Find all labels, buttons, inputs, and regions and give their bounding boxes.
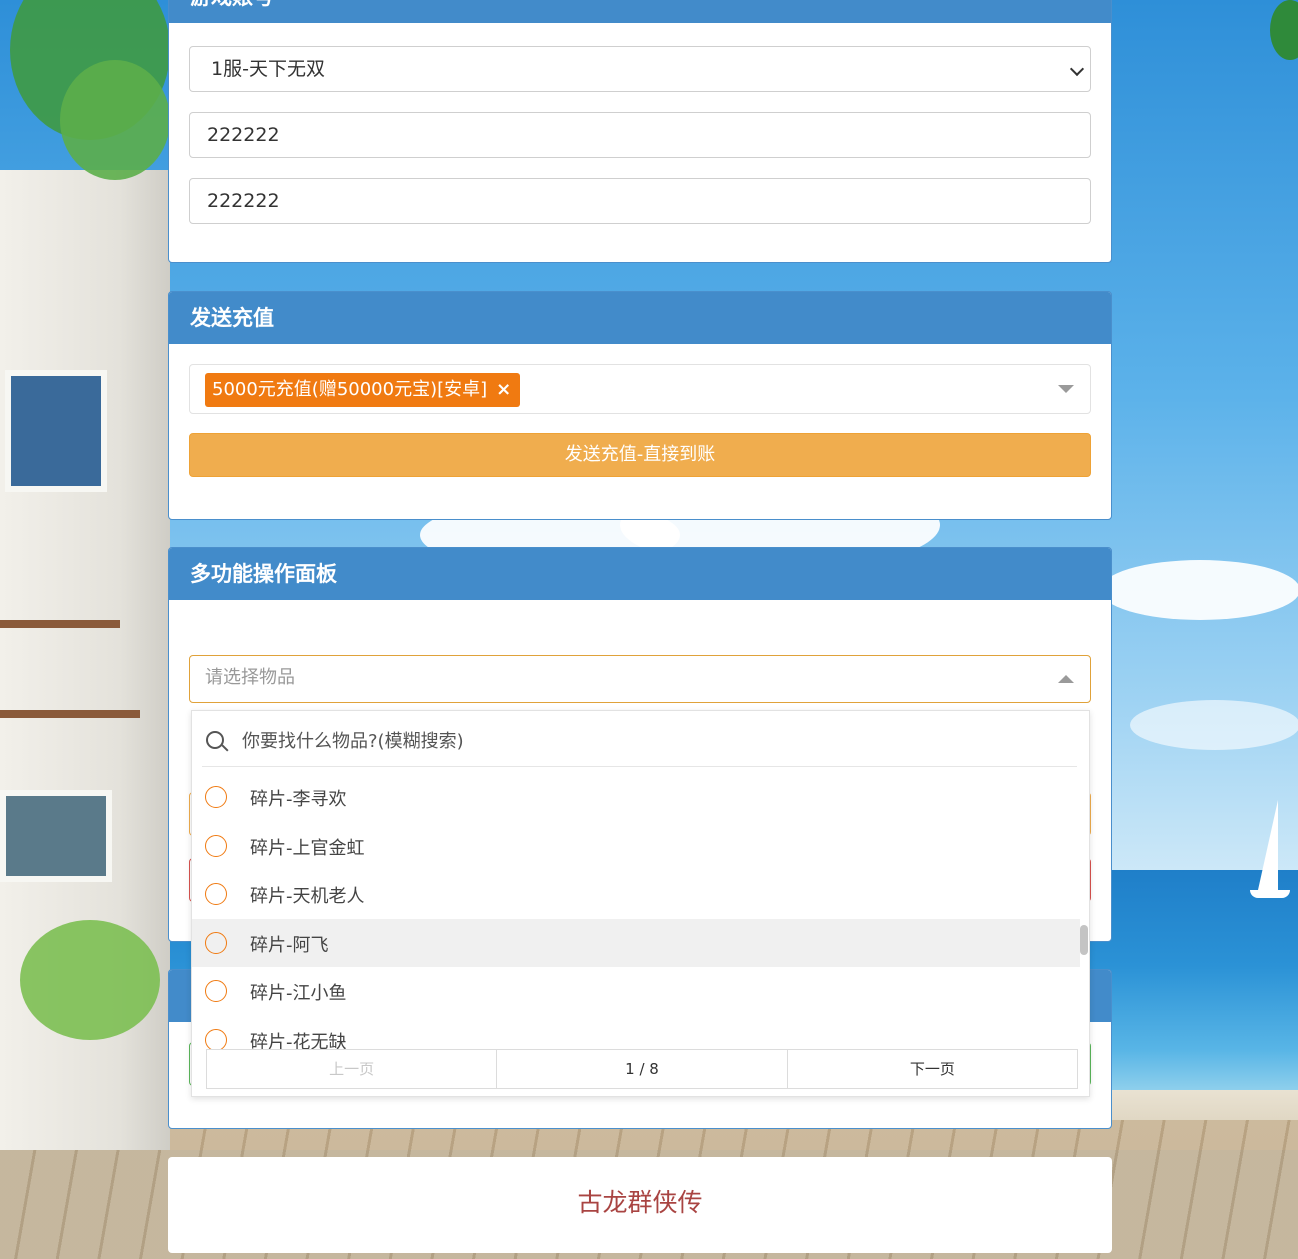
- window: [5, 370, 107, 492]
- server-select-value: 1服-天下无双: [211, 58, 325, 80]
- recharge-panel: 发送充值 5000元充值(赠50000元宝)[安卓] × 发送充值-直接到账: [168, 291, 1112, 520]
- list-item-label: 碎片-花无缺: [250, 1031, 347, 1051]
- footer-title: 古龙群侠传: [168, 1157, 1112, 1253]
- radio-icon[interactable]: [205, 786, 227, 808]
- radio-icon[interactable]: [205, 931, 227, 954]
- page-indicator: 1 / 8: [496, 1050, 786, 1088]
- tree-foliage: [60, 60, 170, 180]
- radio-icon[interactable]: [205, 980, 227, 1003]
- list-item-label: 碎片-李寻欢: [250, 789, 347, 810]
- sailboat-hull: [1250, 890, 1290, 898]
- list-item[interactable]: 碎片-阿飞: [192, 918, 1080, 968]
- account-panel: 游戏账号 1服-天下无双 222222 222222: [168, 0, 1112, 263]
- next-page-button[interactable]: 下一页: [786, 1050, 1077, 1088]
- cloud: [1130, 700, 1298, 750]
- selected-recharge-tag: 5000元充值(赠50000元宝)[安卓] ×: [205, 373, 521, 407]
- list-item[interactable]: 碎片-上官金虹: [192, 822, 1080, 871]
- list-item-label: 碎片-江小鱼: [250, 983, 347, 1005]
- item-list: 碎片-李寻欢 碎片-上官金虹 碎片-天机老人 碎片-阿飞 碎片-江小鱼 碎片-花…: [192, 773, 1080, 1051]
- list-item-label: 碎片-上官金虹: [250, 837, 365, 859]
- prev-page-button[interactable]: 上一页: [207, 1050, 496, 1088]
- chevron-down-icon: [1069, 61, 1085, 77]
- window: [0, 790, 112, 882]
- item-search-input[interactable]: 你要找什么物品?(模糊搜索): [192, 711, 1077, 767]
- radio-icon[interactable]: [205, 1028, 227, 1051]
- panel-title: 多功能操作面板: [169, 548, 1111, 600]
- panel-title: 游戏账号: [169, 0, 1111, 23]
- server-select[interactable]: 1服-天下无双: [189, 46, 1091, 92]
- list-item-label: 碎片-阿飞: [250, 934, 329, 956]
- scrollbar-thumb[interactable]: [1080, 925, 1088, 955]
- password-input[interactable]: 222222: [189, 178, 1091, 224]
- item-select-placeholder: 请选择物品: [205, 667, 295, 688]
- list-item[interactable]: 碎片-天机老人: [192, 870, 1080, 919]
- panel-title: 发送充值: [169, 292, 1111, 344]
- item-select[interactable]: 请选择物品: [189, 655, 1091, 703]
- list-item-label: 碎片-天机老人: [250, 886, 365, 908]
- item-dropdown: 你要找什么物品?(模糊搜索) 碎片-李寻欢 碎片-上官金虹 碎片-天机老人 碎片…: [191, 710, 1090, 1097]
- sailboat-icon: [1258, 800, 1278, 890]
- pagination: 上一页 1 / 8 下一页: [206, 1049, 1078, 1089]
- divider: [202, 766, 1077, 767]
- list-item[interactable]: 碎片-李寻欢: [192, 773, 1080, 822]
- close-icon[interactable]: ×: [496, 373, 511, 407]
- search-icon: [206, 731, 224, 749]
- radio-icon[interactable]: [205, 834, 227, 857]
- caret-up-icon: [1058, 675, 1074, 683]
- recharge-multiselect[interactable]: 5000元充值(赠50000元宝)[安卓] ×: [189, 364, 1091, 414]
- list-item[interactable]: 碎片-江小鱼: [192, 967, 1080, 1016]
- search-placeholder: 你要找什么物品?(模糊搜索): [242, 731, 464, 752]
- shelf: [0, 710, 140, 718]
- cloud: [1100, 560, 1298, 620]
- shelf: [0, 620, 120, 628]
- send-recharge-button[interactable]: 发送充值-直接到账: [189, 433, 1091, 477]
- list-item[interactable]: 碎片-花无缺: [192, 1016, 1080, 1051]
- plant: [20, 920, 160, 1040]
- account-input[interactable]: 222222: [189, 112, 1091, 158]
- caret-down-icon: [1058, 385, 1074, 393]
- tag-label: 5000元充值(赠50000元宝)[安卓]: [212, 379, 488, 400]
- radio-icon[interactable]: [205, 883, 227, 906]
